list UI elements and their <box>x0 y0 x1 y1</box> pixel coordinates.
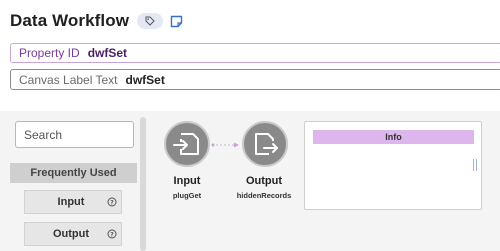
note-button[interactable] <box>169 14 183 28</box>
palette-section-frequently-used[interactable]: Frequently Used <box>10 163 137 183</box>
tag-icon <box>145 16 155 26</box>
property-id-field[interactable]: Property ID dwfSet <box>10 43 500 63</box>
property-id-value: dwfSet <box>87 46 128 60</box>
resize-grip-icon[interactable] <box>473 159 477 171</box>
help-icon[interactable]: ? <box>103 197 121 207</box>
svg-text:?: ? <box>110 231 114 238</box>
note-icon <box>170 15 182 27</box>
input-node-icon[interactable] <box>163 120 211 168</box>
property-id-label: Property ID <box>19 46 80 60</box>
canvas-label-value: dwfSet <box>125 72 165 87</box>
panel-splitter[interactable] <box>140 117 146 251</box>
canvas-label-label: Canvas Label Text <box>19 72 118 87</box>
palette-item-input[interactable]: Input ? <box>24 190 122 214</box>
palette-item-output[interactable]: Output ? <box>24 222 122 246</box>
tag-button[interactable] <box>137 13 164 29</box>
node-title-output: Output <box>245 175 283 187</box>
page-header: Data Workflow <box>10 10 183 32</box>
connector-line <box>211 142 239 148</box>
workflow-editor: Search Frequently Used Input ? Output ? … <box>0 111 500 251</box>
help-icon[interactable]: ? <box>103 229 121 239</box>
node-subtitle-output: hiddenRecords <box>236 191 292 200</box>
info-panel-title: Info <box>313 130 474 144</box>
section-title: Frequently Used <box>30 167 117 179</box>
search-placeholder: Search <box>24 127 63 142</box>
node-subtitle-input: plugGet <box>172 191 202 200</box>
palette-search-input[interactable]: Search <box>15 121 134 148</box>
palette-item-label: Input <box>57 196 85 208</box>
palette-item-label: Output <box>52 228 90 240</box>
canvas-label-field[interactable]: Canvas Label Text dwfSet <box>10 69 500 90</box>
info-panel: Info <box>304 121 482 210</box>
output-node-icon[interactable] <box>241 120 289 168</box>
node-title-input: Input <box>173 175 201 187</box>
page-title: Data Workflow <box>10 11 130 30</box>
svg-text:?: ? <box>110 199 114 206</box>
